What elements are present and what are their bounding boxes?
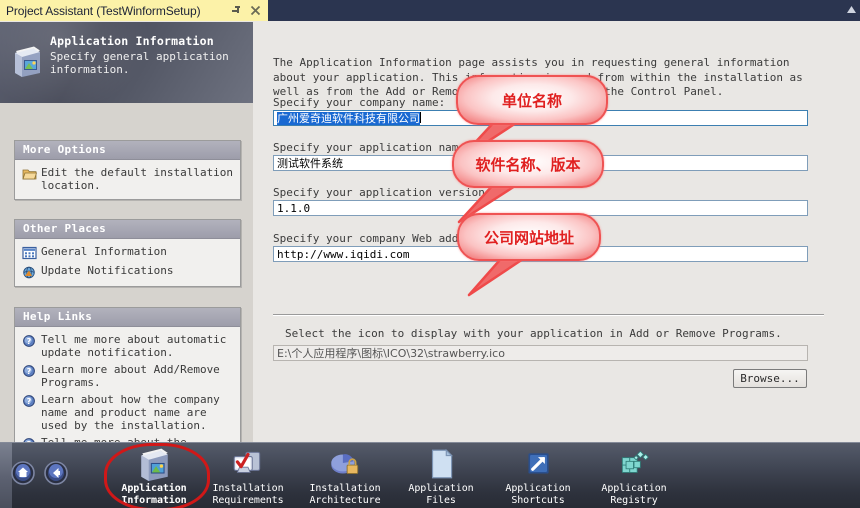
callout-app-name-version: 软件名称、版本 (452, 140, 604, 224)
toolbar-item-installation-architecture[interactable]: Installation Architecture (295, 445, 395, 506)
application-box-icon (15, 46, 40, 77)
panel-help-links: Help Links ? Tell me more about automati… (14, 307, 241, 449)
icon-path-value: E:\个人应用程序\图标\ICO\32\strawberry.ico (277, 347, 505, 360)
callout-text: 软件名称、版本 (452, 140, 604, 188)
window-titlebar: Project Assistant (TestWinformSetup) (0, 0, 268, 22)
toolbar-item-label-line2: Architecture (309, 494, 381, 506)
back-icon[interactable] (44, 461, 68, 485)
panel-other-places: Other Places General Information Update … (14, 219, 241, 287)
panel-title: Help Links (15, 308, 240, 327)
close-icon[interactable] (250, 5, 261, 16)
company-web-address-value: http://www.iqidi.com (277, 248, 410, 261)
project-assistant-window: Project Assistant (TestWinformSetup) App… (0, 0, 860, 508)
svg-text:?: ? (27, 397, 32, 406)
sidebar-link-label: Edit the default installation location. (41, 166, 234, 192)
help-question-icon: ? (23, 335, 35, 347)
toolbar-item-label-line2: Files (426, 494, 456, 506)
sidebar-link-update-notifications[interactable]: Update Notifications (22, 264, 234, 279)
help-link-label: Learn about how the company name and pro… (41, 393, 220, 432)
toolbar-item-label-line1: Application (408, 483, 474, 494)
callout-company-website: 公司网站地址 (457, 213, 601, 297)
help-link-label: Tell me more about automatic update noti… (41, 333, 227, 359)
scroll-up-icon[interactable] (846, 5, 857, 14)
help-link-add-remove-programs[interactable]: ? Learn more about Add/Remove Programs. (22, 363, 234, 389)
requirements-monitor-icon (198, 445, 298, 483)
callout-company-name: 单位名称 (456, 75, 608, 163)
sidebar-link-label: Update Notifications (41, 264, 174, 277)
application-name-value: 测试软件系统 (277, 157, 343, 170)
icon-path-input[interactable]: E:\个人应用程序\图标\ICO\32\strawberry.ico (273, 345, 808, 361)
toolbar-item-label-line1: Application (601, 483, 667, 494)
company-name-value: 广州爱奇迪软件科技有限公司 (277, 112, 420, 125)
toolbar-item-application-shortcuts[interactable]: Application Shortcuts (488, 445, 588, 506)
pin-icon[interactable] (231, 5, 242, 16)
help-link-update-notification[interactable]: ? Tell me more about automatic update no… (22, 333, 234, 359)
label-company-name: Specify your company name: (273, 96, 446, 109)
section-divider (273, 314, 824, 316)
browse-button[interactable]: Browse... (733, 369, 807, 388)
home-icon[interactable] (11, 461, 35, 485)
sidebar-link-label: General Information (41, 245, 167, 258)
text-caret (420, 112, 421, 123)
icon-section-note: Select the icon to display with your app… (285, 327, 782, 340)
help-link-label: Learn more about Add/Remove Programs. (41, 363, 220, 389)
left-sidebar: Application Information Specify general … (0, 22, 253, 449)
svg-text:?: ? (27, 367, 32, 376)
grid-window-icon (22, 246, 37, 260)
bottom-toolbar: Application Information Installation Requi… (0, 442, 860, 508)
folder-icon (22, 169, 37, 180)
toolbar-item-label-line1: Application (121, 483, 187, 494)
toolbar-item-label-line2: Information (121, 494, 187, 506)
toolbar-item-installation-requirements[interactable]: Installation Requirements (198, 445, 298, 506)
toolbar-item-label-line2: Requirements (212, 494, 284, 506)
document-page-icon (391, 445, 491, 483)
toolbar-item-label-line1: Application (505, 483, 571, 494)
page-title: Application Information (50, 34, 214, 48)
toolbar-item-application-registry[interactable]: Application Registry (584, 445, 684, 506)
help-question-icon: ? (23, 395, 35, 407)
svg-text:?: ? (27, 337, 32, 346)
page-header: Application Information Specify general … (0, 22, 253, 103)
panel-more-options: More Options Edit the default installati… (14, 140, 241, 200)
toolbar-item-label-line1: Installation (212, 483, 284, 494)
callout-text: 公司网站地址 (457, 213, 601, 261)
help-link-company-product-name[interactable]: ? Learn about how the company name and p… (22, 393, 234, 432)
globe-update-icon (23, 266, 35, 279)
panel-title: More Options (15, 141, 240, 160)
callout-text: 单位名称 (456, 75, 608, 125)
toolbar-item-label-line1: Installation (309, 483, 381, 494)
sidebar-link-edit-install-location[interactable]: Edit the default installation location. (22, 166, 234, 192)
toolbar-item-label-line2: Shortcuts (511, 494, 565, 506)
architecture-pie-icon (295, 445, 395, 483)
toolbar-item-application-files[interactable]: Application Files (391, 445, 491, 506)
label-application-name: Specify your application name: (273, 141, 472, 154)
registry-blocks-icon (584, 445, 684, 483)
help-question-icon: ? (23, 365, 35, 377)
page-subtitle: Specify general application information. (50, 50, 229, 76)
panel-title: Other Places (15, 220, 240, 239)
shortcut-arrow-icon (488, 445, 588, 483)
toolbar-item-label-line2: Registry (610, 494, 658, 506)
window-title: Project Assistant (TestWinformSetup) (6, 3, 201, 18)
application-box-icon (104, 445, 204, 483)
titlebar-background (268, 0, 860, 21)
sidebar-link-general-information[interactable]: General Information (22, 245, 234, 260)
toolbar-item-application-information[interactable]: Application Information (104, 445, 204, 506)
application-version-value: 1.1.0 (277, 202, 311, 215)
